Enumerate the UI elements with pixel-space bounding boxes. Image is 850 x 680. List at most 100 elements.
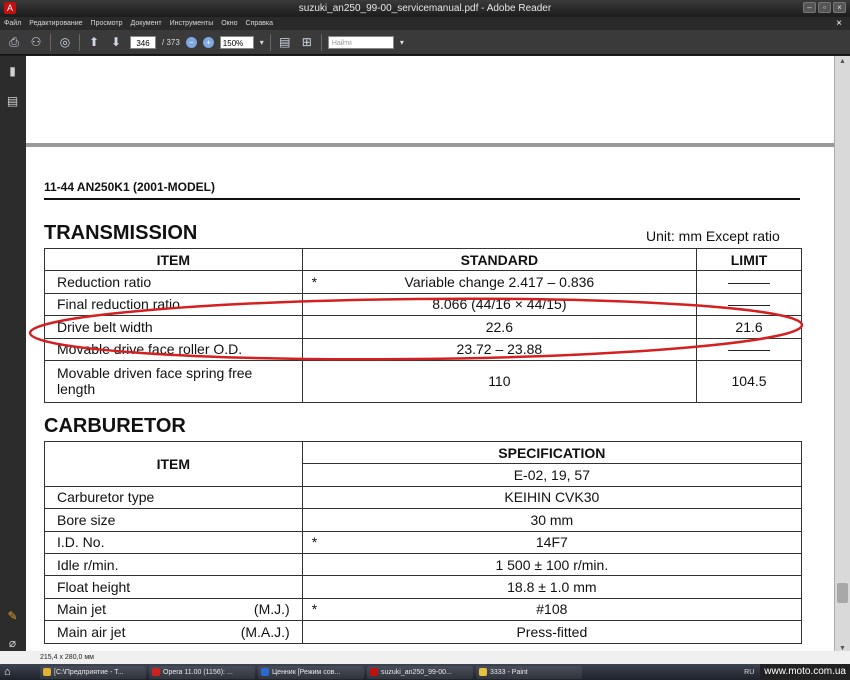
item-cell: Float height [44, 575, 303, 599]
footnote-mark: * [311, 274, 318, 291]
standard-cell: 22.6 [301, 315, 698, 339]
maximize-button[interactable]: ▫ [818, 2, 831, 13]
item-cell: Bore size [44, 508, 303, 532]
fit-width-icon[interactable]: ⊞ [299, 34, 315, 50]
home-icon[interactable]: ⌂ [4, 665, 18, 679]
window-controls: – ▫ × [803, 2, 846, 13]
close-button[interactable]: × [833, 2, 846, 13]
menu-bar: Файл Редактирование Просмотр Документ Ин… [0, 17, 850, 30]
sign-icon[interactable]: ◎ [57, 34, 73, 50]
taskbar-item[interactable]: suzuki_an250_99-00... [367, 665, 473, 679]
vertical-scrollbar[interactable]: ▲ ▼ [834, 56, 850, 657]
paint-icon [479, 668, 487, 676]
item-cell: Drive belt width [44, 315, 303, 339]
item-cell: Final reduction ratio [44, 292, 303, 317]
table-row: I.D. No. * 14F7 [44, 530, 803, 554]
standard-cell: 8.066 (44/16 × 44/15) [301, 292, 698, 317]
spec-cell: Press-fitted [301, 620, 803, 644]
item-cell: Main air jet (M.A.J.) [44, 620, 303, 644]
header-limit: LIMIT [696, 247, 802, 272]
toolbar-divider [269, 33, 271, 51]
find-input[interactable]: Найти [327, 35, 394, 49]
adobe-reader-icon: A [4, 2, 16, 14]
task-label: Ценник [Режим сов... [272, 668, 341, 676]
toolbar-divider [79, 33, 80, 51]
header-rule [44, 198, 800, 200]
page-size-status: 215,4 x 280,0 мм [0, 651, 850, 664]
close-document-button[interactable]: × [836, 17, 842, 30]
print-icon[interactable]: ⎙ [6, 34, 22, 50]
standard-cell: * Variable change 2.417 – 0.836 [301, 270, 698, 294]
title-bar: A suzuki_an250_99-00_servicemanual.pdf -… [0, 0, 850, 17]
transmission-table: ITEM STANDARD LIMIT Reduction ratio * Var… [44, 247, 802, 403]
limit-cell: ——— [696, 292, 802, 317]
opera-icon [152, 668, 160, 676]
transmission-title: TRANSMISSION [44, 222, 198, 244]
task-label: suzuki_an250_99-00... [381, 668, 452, 676]
taskbar-item[interactable]: Ценник [Режим сов... [258, 665, 364, 679]
toolbar: ⎙ ⚇ ◎ ⬆ ⬇ 346 / 373 − + 150% ▾ ▤ ⊞ Найти… [0, 30, 850, 55]
footnote-mark: * [311, 601, 318, 618]
zoom-dropdown-icon[interactable]: ▾ [260, 38, 264, 47]
carburetor-title: CARBURETOR [44, 415, 186, 437]
limit-cell: ——— [696, 337, 802, 361]
taskbar-item[interactable]: [C:\Предприятие - T... [40, 665, 146, 679]
menu-edit[interactable]: Редактирование [29, 20, 82, 27]
zoom-level-select[interactable]: 150% [219, 35, 254, 49]
find-dropdown-icon[interactable]: ▾ [400, 38, 404, 47]
menu-file[interactable]: Файл [4, 20, 21, 27]
table-row: Main jet (M.J.) * #108 [44, 597, 803, 622]
table-row: Movable drive face roller O.D. 23.72 – 2… [44, 337, 802, 361]
taskbar-item[interactable]: Opera 11.00 (1156): ... [149, 665, 255, 679]
zoom-in-icon[interactable]: + [202, 36, 214, 48]
next-page-icon[interactable]: ⬇ [108, 34, 124, 50]
item-cell: Main jet (M.J.) [44, 597, 303, 622]
taskbar-item[interactable]: 3333 - Paint [476, 665, 582, 679]
zoom-out-icon[interactable]: − [185, 36, 197, 48]
window-title: suzuki_an250_99-00_servicemanual.pdf - A… [298, 3, 552, 14]
task-label: 3333 - Paint [490, 668, 528, 676]
document-icon [261, 668, 269, 676]
menu-window[interactable]: Окно [221, 20, 237, 27]
header-item: ITEM [44, 441, 303, 487]
menu-help[interactable]: Справка [246, 20, 273, 27]
header-standard: STANDARD [301, 247, 698, 272]
table-row: Idle r/min. 1 500 ± 100 r/min. [44, 552, 803, 577]
taskbar: ⌂ [C:\Предприятие - T... Opera 11.00 (11… [0, 664, 850, 680]
table-row: Bore size 30 mm [44, 508, 803, 532]
table-row: Final reduction ratio 8.066 (44/16 × 44/… [44, 292, 802, 317]
watermark: www.moto.com.ua [760, 664, 850, 680]
item-abbreviation: (M.J.) [253, 601, 290, 618]
standard-cell: 23.72 – 23.88 [301, 337, 698, 361]
comments-panel-icon[interactable]: ✎ [6, 609, 19, 624]
item-cell: Carburetor type [44, 485, 303, 510]
menu-tools[interactable]: Инструменты [170, 20, 214, 27]
standard-value: Variable change 2.417 – 0.836 [404, 274, 595, 291]
menu-view[interactable]: Просмотр [91, 20, 123, 27]
table-header-row: ITEM STANDARD LIMIT [44, 247, 802, 272]
scrollbar-thumb[interactable] [837, 583, 848, 603]
header-models: E-02, 19, 57 [301, 463, 803, 487]
menu-document[interactable]: Документ [131, 20, 162, 27]
pages-panel-icon[interactable]: ▮ [6, 64, 19, 79]
header-item: ITEM [44, 247, 303, 272]
document-viewport[interactable]: 11-44 AN250K1 (2001-MODEL) TRANSMISSION … [26, 56, 834, 657]
table-row: Carburetor type KEIHIN CVK30 [44, 485, 803, 510]
table-row: Float height 18.8 ± 1.0 mm [44, 575, 803, 599]
previous-page-icon[interactable]: ⬆ [86, 34, 102, 50]
scroll-up-icon[interactable]: ▲ [837, 58, 848, 68]
carburetor-table: ITEM SPECIFICATION E-02, 19, 57 Carburet… [44, 440, 803, 644]
collaborate-icon[interactable]: ⚇ [28, 34, 44, 50]
item-cell: Movable driven face spring free length [44, 359, 303, 403]
item-cell: Movable drive face roller O.D. [44, 337, 303, 361]
page-header: 11-44 AN250K1 (2001-MODEL) [44, 180, 215, 194]
item-label: Main jet [57, 601, 107, 618]
paperclip-icon[interactable]: ⌀ [6, 636, 19, 651]
table-row: Reduction ratio * Variable change 2.417 –… [44, 270, 802, 294]
attachments-panel-icon[interactable]: ▤ [6, 94, 19, 109]
page-number-input[interactable]: 346 [130, 35, 156, 49]
item-label: Main air jet [57, 623, 126, 640]
language-indicator[interactable]: RU [744, 669, 754, 676]
fit-page-icon[interactable]: ▤ [277, 34, 293, 50]
minimize-button[interactable]: – [803, 2, 816, 13]
